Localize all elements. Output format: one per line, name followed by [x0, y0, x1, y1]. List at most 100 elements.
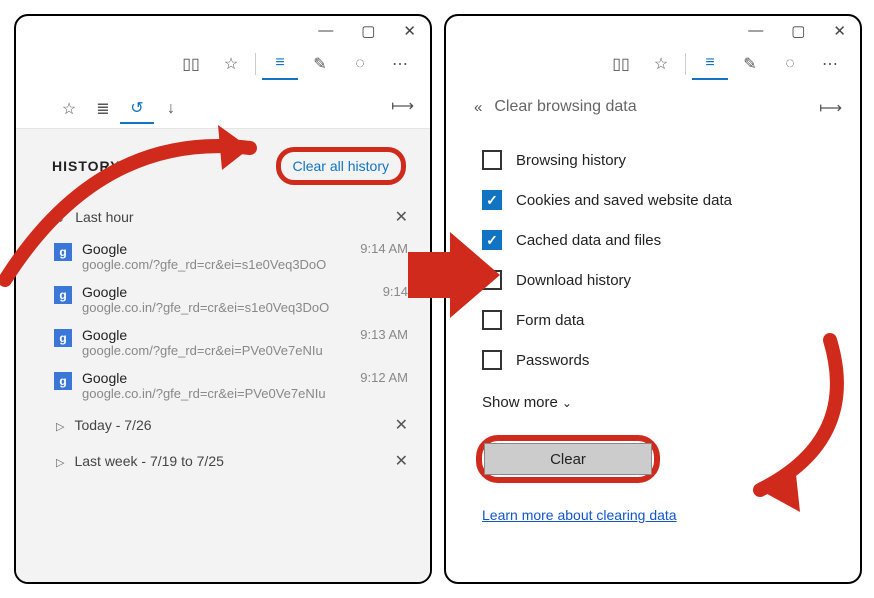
- clear-browsing-data-panel: — ▢ ✕ ▯▯ ☆ ≡ ✎ ◌ ⋯ « Clear browsing data…: [444, 14, 862, 584]
- section-last-week[interactable]: ▷ Last week - 7/19 to 7/25 ✕: [16, 443, 430, 479]
- reading-view-icon[interactable]: ▯▯: [173, 48, 209, 80]
- delete-section-icon[interactable]: ✕: [395, 415, 408, 435]
- chevron-down-icon: ⌄: [562, 396, 572, 410]
- google-favicon: g: [54, 286, 72, 304]
- webnote-icon[interactable]: ✎: [302, 48, 338, 80]
- pin-icon[interactable]: ⟼: [391, 96, 414, 116]
- entry-url: google.com/?gfe_rd=cr&ei=PVe0Ve7eNIu: [82, 343, 344, 358]
- entry-url: google.com/?gfe_rd=cr&ei=s1e0Veq3DoO: [82, 257, 344, 272]
- clear-option[interactable]: Passwords: [482, 340, 860, 380]
- back-icon[interactable]: «: [474, 99, 482, 116]
- entry-title: Google: [82, 241, 344, 257]
- entry-text: Googlegoogle.co.in/?gfe_rd=cr&ei=s1e0Veq…: [82, 284, 367, 315]
- share-icon[interactable]: ◌: [342, 48, 378, 80]
- hub-readinglist-icon[interactable]: ≣: [86, 94, 120, 124]
- minimize-button[interactable]: —: [748, 22, 763, 44]
- show-more-label: Show more: [482, 394, 558, 411]
- delete-section-icon[interactable]: ✕: [395, 207, 408, 227]
- close-button[interactable]: ✕: [833, 22, 846, 44]
- checkbox[interactable]: ✓: [482, 230, 502, 250]
- option-label: Download history: [516, 272, 631, 289]
- clear-button[interactable]: Clear: [484, 443, 652, 475]
- google-favicon: g: [54, 329, 72, 347]
- clear-option[interactable]: ✓ Cached data and files: [482, 220, 860, 260]
- history-title: HISTORY: [52, 158, 120, 174]
- hub-icon[interactable]: ≡: [262, 48, 298, 80]
- history-entry[interactable]: g Googlegoogle.co.in/?gfe_rd=cr&ei=s1e0Ve…: [16, 278, 430, 321]
- entry-time: 9:12 AM: [354, 370, 408, 385]
- history-body: HISTORY Clear all history ⌄ Last hour ✕ g…: [16, 129, 430, 584]
- checkbox[interactable]: [482, 310, 502, 330]
- entry-title: Google: [82, 370, 344, 386]
- option-label: Form data: [516, 312, 584, 329]
- show-more-link[interactable]: Show more ⌄: [446, 380, 860, 435]
- entry-text: Googlegoogle.com/?gfe_rd=cr&ei=s1e0Veq3D…: [82, 241, 344, 272]
- webnote-icon[interactable]: ✎: [732, 48, 768, 80]
- clear-all-history-link[interactable]: Clear all history: [276, 147, 406, 185]
- entry-text: Googlegoogle.co.in/?gfe_rd=cr&ei=PVe0Ve7…: [82, 370, 344, 401]
- hub-icon[interactable]: ≡: [692, 48, 728, 80]
- delete-section-icon[interactable]: ✕: [395, 451, 408, 471]
- more-icon[interactable]: ⋯: [382, 48, 418, 80]
- checkbox[interactable]: [482, 150, 502, 170]
- entry-url: google.co.in/?gfe_rd=cr&ei=s1e0Veq3DoO: [82, 300, 367, 315]
- maximize-button[interactable]: ▢: [361, 22, 375, 44]
- favorites-icon[interactable]: ☆: [213, 48, 249, 80]
- section-label: Last week - 7/19 to 7/25: [74, 453, 223, 469]
- option-label: Browsing history: [516, 152, 626, 169]
- share-icon[interactable]: ◌: [772, 48, 808, 80]
- entry-title: Google: [82, 284, 367, 300]
- clear-option[interactable]: ✓ Cookies and saved website data: [482, 180, 860, 220]
- minimize-button[interactable]: —: [318, 22, 333, 44]
- hub-history-icon[interactable]: ↺: [120, 94, 154, 124]
- toolbar-separator: [685, 53, 686, 75]
- checkbox[interactable]: [482, 270, 502, 290]
- entry-time: 9:14: [377, 284, 408, 299]
- section-today[interactable]: ▷ Today - 7/26 ✕: [16, 407, 430, 443]
- google-favicon: g: [54, 372, 72, 390]
- chevron-right-icon: ▷: [56, 421, 64, 433]
- checkbox[interactable]: [482, 350, 502, 370]
- window-controls: — ▢ ✕: [16, 16, 430, 44]
- clear-button-highlight: Clear: [476, 435, 660, 483]
- reading-view-icon[interactable]: ▯▯: [603, 48, 639, 80]
- clear-data-title: Clear browsing data: [494, 98, 636, 116]
- clear-data-options: Browsing history ✓ Cookies and saved websi…: [446, 122, 860, 380]
- window-controls: — ▢ ✕: [446, 16, 860, 44]
- section-last-hour[interactable]: ⌄ Last hour ✕: [16, 199, 430, 235]
- toolbar-separator: [255, 53, 256, 75]
- close-button[interactable]: ✕: [403, 22, 416, 44]
- entry-url: google.co.in/?gfe_rd=cr&ei=PVe0Ve7eNIu: [82, 386, 344, 401]
- section-label: Last hour: [75, 209, 133, 225]
- google-favicon: g: [54, 243, 72, 261]
- browser-toolbar: ▯▯ ☆ ≡ ✎ ◌ ⋯: [446, 44, 860, 88]
- clear-option[interactable]: Form data: [482, 300, 860, 340]
- entry-time: 9:14 AM: [354, 241, 408, 256]
- clear-option[interactable]: Download history: [482, 260, 860, 300]
- maximize-button[interactable]: ▢: [791, 22, 805, 44]
- history-entry[interactable]: g Googlegoogle.com/?gfe_rd=cr&ei=s1e0Veq3…: [16, 235, 430, 278]
- clear-data-header: « Clear browsing data ⟼: [446, 88, 860, 122]
- more-icon[interactable]: ⋯: [812, 48, 848, 80]
- favorites-icon[interactable]: ☆: [643, 48, 679, 80]
- checkbox[interactable]: ✓: [482, 190, 502, 210]
- learn-more-link[interactable]: Learn more about clearing data: [446, 483, 860, 523]
- clear-option[interactable]: Browsing history: [482, 140, 860, 180]
- history-panel: — ▢ ✕ ▯▯ ☆ ≡ ✎ ◌ ⋯ ☆ ≣ ↺ ↓ ⟼ HISTORY Cle…: [14, 14, 432, 584]
- option-label: Cached data and files: [516, 232, 661, 249]
- history-entry[interactable]: g Googlegoogle.com/?gfe_rd=cr&ei=PVe0Ve7e…: [16, 321, 430, 364]
- hub-favorites-icon[interactable]: ☆: [52, 94, 86, 124]
- hub-downloads-icon[interactable]: ↓: [154, 94, 188, 124]
- hub-tabs: ☆ ≣ ↺ ↓ ⟼: [16, 88, 430, 129]
- pin-icon[interactable]: ⟼: [819, 98, 842, 118]
- chevron-right-icon: ▷: [56, 457, 64, 469]
- entry-time: 9:13 AM: [354, 327, 408, 342]
- option-label: Cookies and saved website data: [516, 192, 732, 209]
- section-label: Today - 7/26: [74, 417, 151, 433]
- option-label: Passwords: [516, 352, 589, 369]
- entry-title: Google: [82, 327, 344, 343]
- entry-text: Googlegoogle.com/?gfe_rd=cr&ei=PVe0Ve7eN…: [82, 327, 344, 358]
- browser-toolbar: ▯▯ ☆ ≡ ✎ ◌ ⋯: [16, 44, 430, 88]
- history-entry[interactable]: g Googlegoogle.co.in/?gfe_rd=cr&ei=PVe0Ve…: [16, 364, 430, 407]
- chevron-down-icon: ⌄: [56, 213, 65, 225]
